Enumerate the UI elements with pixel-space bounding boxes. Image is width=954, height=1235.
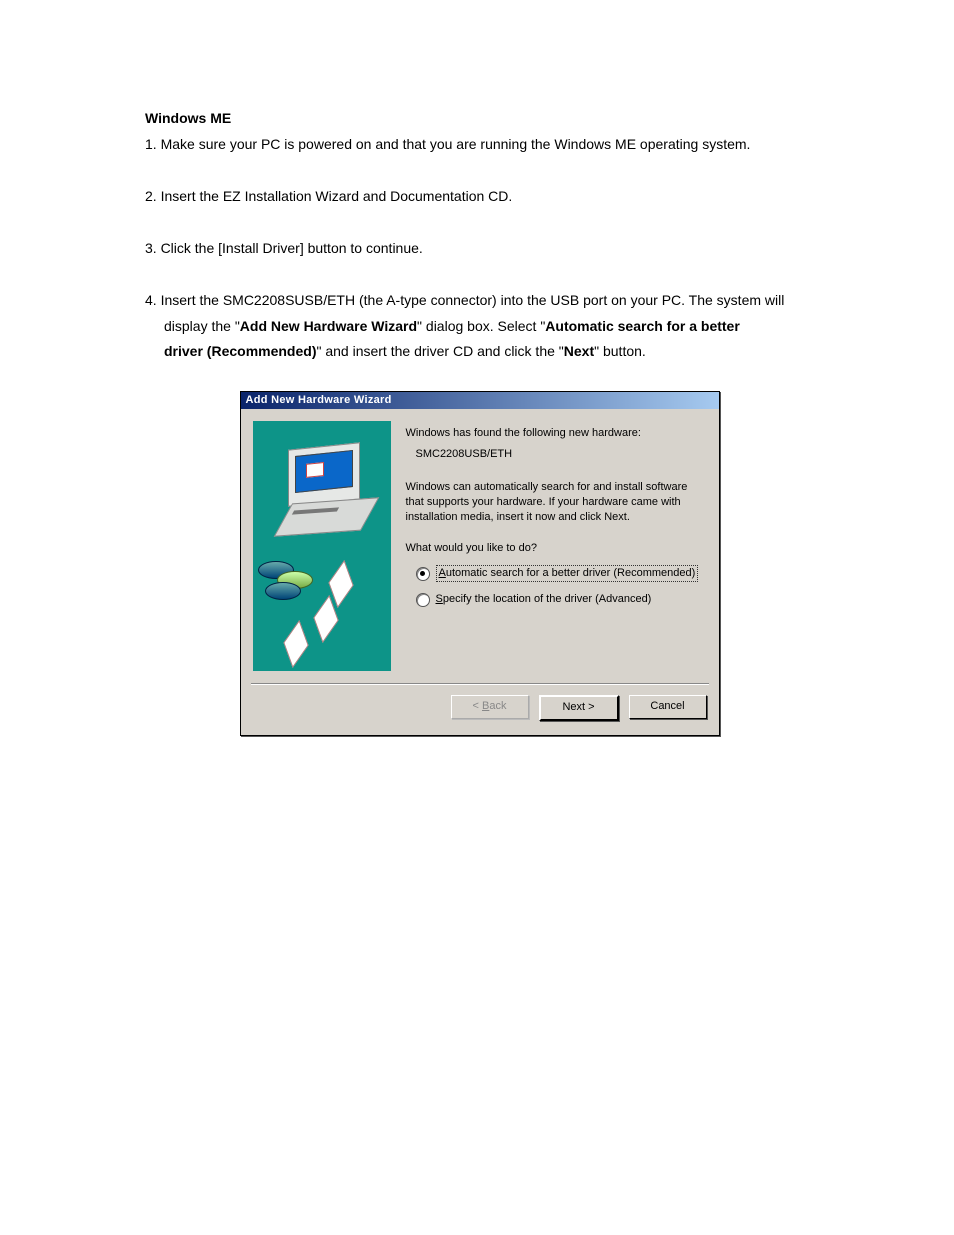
- found-hardware-text: Windows has found the following new hard…: [406, 426, 702, 441]
- step-2: 2. Insert the EZ Installation Wizard and…: [145, 184, 814, 210]
- radio-automatic-search[interactable]: Automatic search for a better driver (Re…: [416, 565, 702, 582]
- description-text: Windows can automatically search for and…: [406, 480, 702, 525]
- wizard-illustration: [253, 421, 391, 671]
- radio-specify-label: Specify the location of the driver (Adva…: [436, 592, 652, 607]
- step-4-text: " and insert the driver CD and click the…: [316, 343, 563, 359]
- step-4-bold-wizard: Add New Hardware Wizard: [240, 318, 417, 334]
- back-button: < Back: [451, 695, 529, 719]
- device-name: SMC2208USB/ETH: [416, 447, 702, 462]
- dialog-title: Add New Hardware Wizard: [241, 392, 719, 409]
- radio-specify-location[interactable]: Specify the location of the driver (Adva…: [416, 592, 702, 607]
- cancel-button[interactable]: Cancel: [629, 695, 707, 719]
- step-4-line1: 4. Insert the SMC2208SUSB/ETH (the A-typ…: [145, 292, 784, 308]
- add-hardware-wizard-dialog: Add New Hardware Wizard Windows has foun…: [240, 391, 720, 736]
- prompt-text: What would you like to do?: [406, 541, 702, 556]
- section-heading: Windows ME: [145, 110, 814, 126]
- step-4-text: " button.: [594, 343, 646, 359]
- step-4-text: display the ": [164, 318, 240, 334]
- step-4-text: " dialog box. Select ": [417, 318, 545, 334]
- step-3: 3. Click the [Install Driver] button to …: [145, 236, 814, 262]
- step-1: 1. Make sure your PC is powered on and t…: [145, 132, 814, 158]
- step-4: 4. Insert the SMC2208SUSB/ETH (the A-typ…: [145, 288, 814, 366]
- step-4-bold-auto1: Automatic search for a better: [545, 318, 740, 334]
- next-button[interactable]: Next >: [539, 695, 619, 721]
- radio-icon: [416, 567, 430, 581]
- radio-automatic-label: Automatic search for a better driver (Re…: [436, 565, 699, 582]
- radio-icon: [416, 593, 430, 607]
- step-4-bold-auto2: driver (Recommended): [164, 343, 316, 359]
- step-4-bold-next: Next: [564, 343, 594, 359]
